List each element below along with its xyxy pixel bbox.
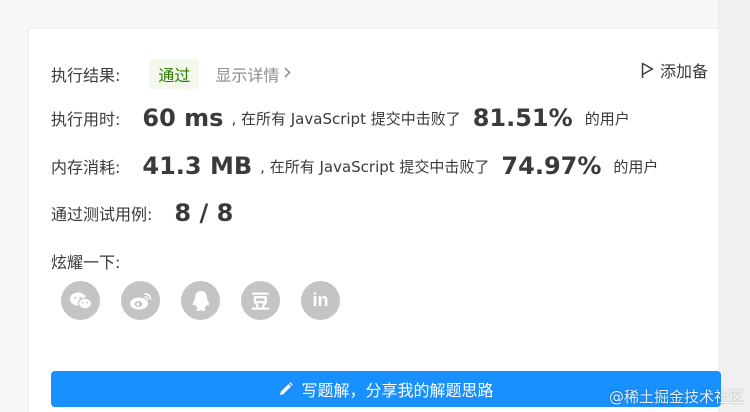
runtime-label: 执行用时:	[51, 110, 121, 129]
runtime-value: 60 ms	[142, 104, 224, 132]
linkedin-glyph: in	[312, 290, 329, 310]
share-row: 炫耀一下:	[51, 249, 120, 273]
flag-icon	[641, 62, 654, 79]
testcases-row: 通过测试用例: 8 / 8	[51, 199, 233, 227]
add-note-button[interactable]: 添加备	[641, 58, 708, 82]
douban-glyph: 豆	[250, 291, 270, 313]
runtime-percent: 81.51%	[472, 104, 573, 132]
watermark: @稀土掘金技术社区	[608, 388, 744, 406]
share-label: 炫耀一下:	[51, 253, 121, 272]
memory-row: 内存消耗: 41.3 MB , 在所有 JavaScript 提交中击败了 74…	[51, 152, 658, 180]
memory-label: 内存消耗:	[51, 158, 121, 177]
write-solution-label: 写题解，分享我的解题思路	[301, 381, 494, 400]
runtime-row: 执行用时: 60 ms , 在所有 JavaScript 提交中击败了 81.5…	[51, 104, 630, 132]
linkedin-icon[interactable]: in	[301, 281, 340, 320]
result-label: 执行结果:	[51, 66, 121, 85]
pencil-icon	[278, 381, 294, 397]
status-badge: 通过	[149, 59, 200, 89]
runtime-suffix: 的用户	[584, 109, 630, 128]
memory-value: 41.3 MB	[142, 152, 253, 180]
runtime-middle-text: , 在所有 JavaScript 提交中击败了	[231, 109, 461, 128]
side-strip	[718, 0, 750, 412]
share-icons: 豆 in	[61, 281, 340, 320]
memory-percent: 74.97%	[501, 152, 602, 180]
show-details-link[interactable]: 显示详情	[215, 62, 291, 86]
wechat-icon[interactable]	[61, 281, 100, 320]
qq-icon[interactable]	[181, 281, 220, 320]
add-note-label: 添加备	[660, 62, 709, 81]
memory-middle-text: , 在所有 JavaScript 提交中击败了	[260, 157, 490, 176]
testcases-value: 8 / 8	[174, 199, 234, 227]
memory-suffix: 的用户	[613, 157, 659, 176]
testcases-label: 通过测试用例:	[51, 205, 153, 224]
douban-icon[interactable]: 豆	[241, 281, 280, 320]
weibo-icon[interactable]	[121, 281, 160, 320]
show-details-label: 显示详情	[215, 66, 280, 85]
result-row: 执行结果: 通过 显示详情	[51, 59, 291, 89]
chevron-right-icon	[284, 66, 291, 82]
submission-result-page: 执行结果: 通过 显示详情 添加备 执行用时: 60 ms , 在所有 Java…	[0, 0, 750, 412]
